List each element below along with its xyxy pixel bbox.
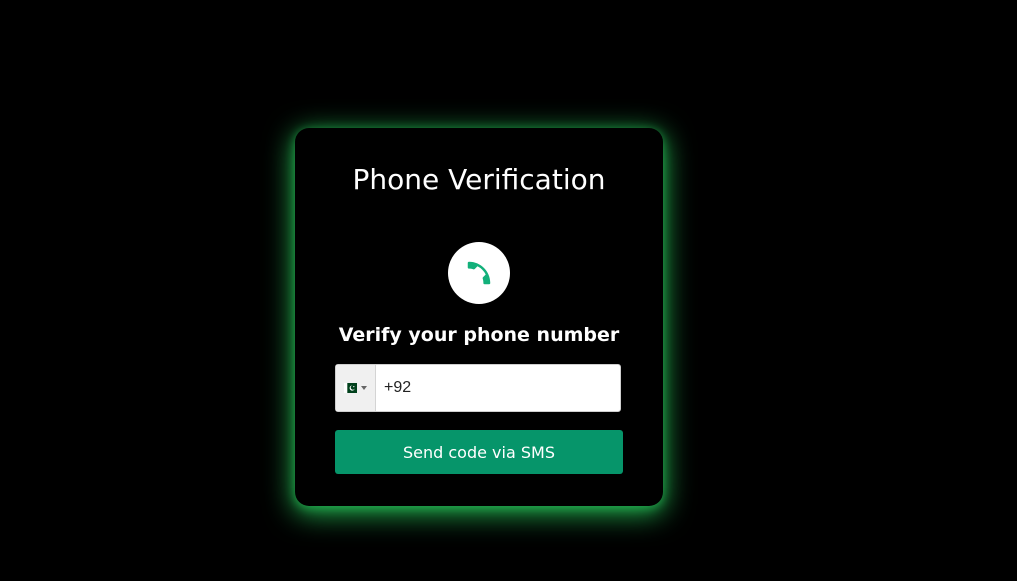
send-code-button[interactable]: Send code via SMS [335, 430, 623, 474]
phone-badge [448, 242, 510, 304]
card-subtitle: Verify your phone number [338, 324, 620, 346]
country-code-select[interactable] [336, 365, 376, 411]
card-title: Phone Verification [352, 163, 606, 196]
caret-down-icon [361, 386, 367, 390]
pakistan-flag-icon [344, 383, 357, 393]
phone-number-input[interactable] [376, 365, 620, 411]
phone-icon [467, 261, 491, 285]
phone-field [335, 364, 621, 412]
page: Phone Verification Verify your phone num… [0, 0, 1017, 581]
verification-card: Phone Verification Verify your phone num… [295, 128, 663, 506]
